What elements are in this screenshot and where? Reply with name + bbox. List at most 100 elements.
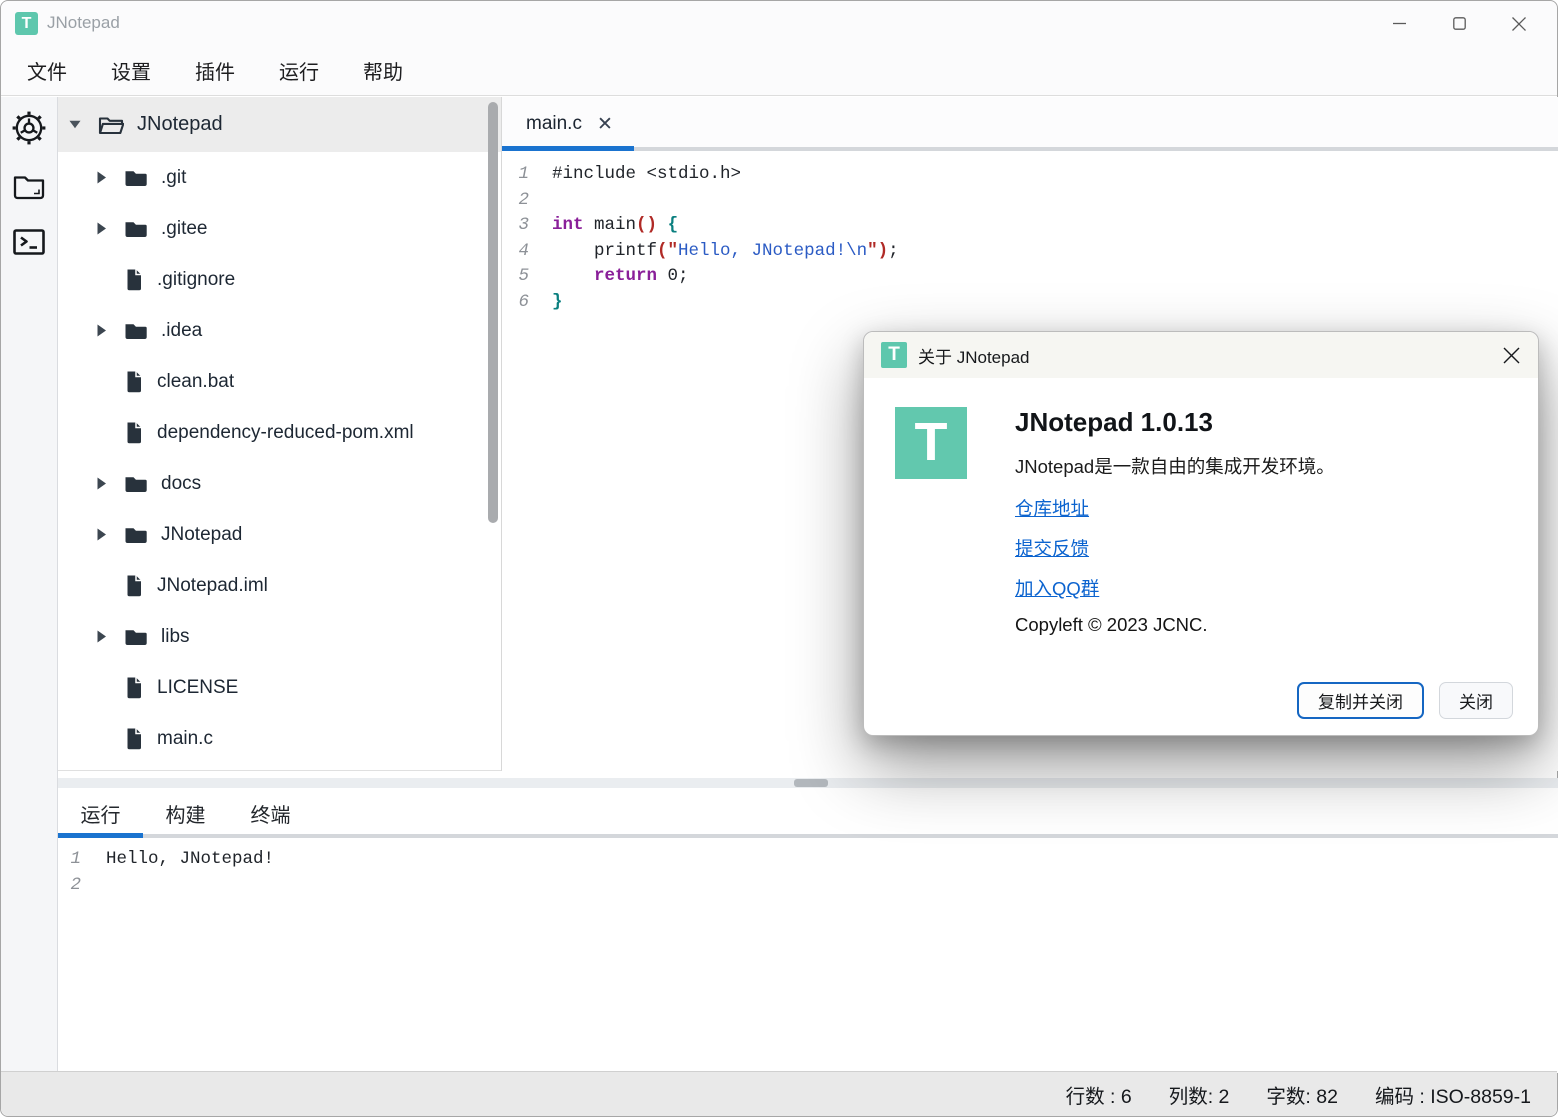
code-line-2: 2 <box>502 190 1558 216</box>
tree-root-row-jnotepad[interactable]: JNotepad <box>58 97 501 152</box>
chevron-right-icon <box>96 477 107 490</box>
settings-gear-button[interactable] <box>9 108 49 148</box>
tree-scrollbar-thumb[interactable] <box>488 102 498 523</box>
bottom-tab-build[interactable]: 构建 <box>143 788 228 838</box>
code-token: () <box>636 215 657 235</box>
line-number: 2 <box>502 190 529 216</box>
tree-item-label: .gitee <box>161 218 207 240</box>
status-column-count: 列数: 2 <box>1169 1080 1230 1109</box>
code-token: } <box>552 292 563 312</box>
tree-item-jnotepad[interactable]: JNotepad <box>58 509 501 560</box>
code-token <box>552 266 594 286</box>
feedback-link[interactable]: 提交反馈 <box>1015 535 1089 561</box>
file-icon <box>124 676 144 700</box>
tab-bar-border <box>502 147 1558 151</box>
tree-item-label: JNotepad <box>161 524 242 546</box>
tree-item-label: .gitignore <box>157 269 235 291</box>
close-button[interactable]: 关闭 <box>1439 682 1513 719</box>
maximize-button[interactable] <box>1429 1 1489 46</box>
folder-icon <box>12 170 46 200</box>
dialog-logo-icon: T <box>881 342 907 368</box>
chevron-right-icon <box>96 222 107 235</box>
chevron-wrap[interactable] <box>95 171 107 184</box>
folder-icon <box>124 525 148 545</box>
tree-item-main-c[interactable]: main.c <box>58 713 501 764</box>
chevron-wrap[interactable] <box>95 528 107 541</box>
chevron-wrap[interactable] <box>95 630 107 643</box>
code-token: { <box>668 215 679 235</box>
folder-icon-wrap <box>124 525 148 545</box>
file-icon <box>124 727 144 751</box>
close-window-button[interactable] <box>1489 1 1549 46</box>
bottom-tab-run[interactable]: 运行 <box>58 788 143 838</box>
menu-item-settings[interactable]: 设置 <box>109 56 153 85</box>
terminal-icon <box>12 227 46 257</box>
status-char-count: 字数: 82 <box>1266 1080 1338 1109</box>
horizontal-splitter[interactable] <box>58 778 1558 788</box>
terminal-panel-button[interactable] <box>9 222 49 262</box>
bottom-tab-terminal[interactable]: 终端 <box>228 788 313 838</box>
tree-item-clean-bat[interactable]: clean.bat <box>58 356 501 407</box>
splitter-drag-handle[interactable] <box>794 779 828 787</box>
window-controls <box>1369 1 1549 46</box>
about-heading: JNotepad 1.0.13 <box>1015 407 1213 438</box>
dialog-title: 关于 JNotepad <box>918 343 1030 368</box>
bottom-panel: 运行构建终端 1Hello, JNotepad!2 <box>58 788 1558 1073</box>
minimize-icon <box>1393 17 1406 30</box>
close-icon <box>1512 17 1526 31</box>
chevron-wrap[interactable] <box>95 324 107 337</box>
console-line-number: 2 <box>58 875 81 901</box>
tree-item-gitee[interactable]: .gitee <box>58 203 501 254</box>
chevron-right-icon <box>96 171 107 184</box>
dialog-close-button[interactable] <box>1500 344 1522 366</box>
tree-item-gitignore[interactable]: .gitignore <box>58 254 501 305</box>
run-console[interactable]: 1Hello, JNotepad!2 <box>58 838 1558 900</box>
app-logo-icon: T <box>15 12 38 35</box>
code-editor[interactable]: 1#include <stdio.h>23int main() {4 print… <box>502 151 1558 317</box>
close-icon <box>1503 347 1520 364</box>
repo-link[interactable]: 仓库地址 <box>1015 495 1089 521</box>
tree-item-jnotepad-iml[interactable]: JNotepad.iml <box>58 560 501 611</box>
tree-item-label: .git <box>161 167 186 189</box>
code-line-5: 5 return 0; <box>502 266 1558 292</box>
code-token: Hello, JNotepad!\n <box>678 241 867 261</box>
file-icon <box>124 421 144 445</box>
copy-and-close-button[interactable]: 复制并关闭 <box>1297 682 1424 719</box>
folder-icon <box>124 321 148 341</box>
menu-bar: 文件 设置 插件 运行 帮助 <box>1 46 1557 96</box>
status-bar: 行数 : 6列数: 2字数: 82编码 : ISO-8859-1 <box>1 1071 1557 1116</box>
code-line-6: 6} <box>502 292 1558 318</box>
tree-item-git[interactable]: .git <box>58 152 501 203</box>
status-line-count: 行数 : 6 <box>1066 1080 1132 1109</box>
qq-group-link[interactable]: 加入QQ群 <box>1015 575 1099 601</box>
tab-close-icon[interactable]: ✕ <box>597 115 613 134</box>
root-folder-icon-wrap <box>98 114 124 136</box>
tab-label: main.c <box>526 113 582 135</box>
menu-item-run[interactable]: 运行 <box>277 56 321 85</box>
tab-main-c[interactable]: main.c ✕ <box>502 97 631 151</box>
root-chevron-wrap[interactable] <box>69 119 81 130</box>
code-token: ; <box>888 241 899 261</box>
code-token: return <box>594 266 657 286</box>
tree-item-idea[interactable]: .idea <box>58 305 501 356</box>
bottom-active-tab-indicator <box>58 833 143 838</box>
menu-item-plugins[interactable]: 插件 <box>193 56 237 85</box>
minimize-button[interactable] <box>1369 1 1429 46</box>
tree-item-license[interactable]: LICENSE <box>58 662 501 713</box>
tree-item-dependency-reduced-pom-xml[interactable]: dependency-reduced-pom.xml <box>58 407 501 458</box>
tree-item-label: dependency-reduced-pom.xml <box>157 422 414 444</box>
chevron-wrap[interactable] <box>95 222 107 235</box>
folder-panel-button[interactable] <box>9 165 49 205</box>
code-line-3: 3int main() { <box>502 215 1558 241</box>
folder-icon <box>124 219 148 239</box>
tree-item-label: clean.bat <box>157 371 234 393</box>
menu-item-file[interactable]: 文件 <box>25 56 69 85</box>
dialog-title-bar: T 关于 JNotepad <box>864 332 1538 378</box>
chevron-wrap[interactable] <box>95 477 107 490</box>
code-line-1: 1#include <stdio.h> <box>502 164 1558 190</box>
menu-item-help[interactable]: 帮助 <box>361 56 405 85</box>
tree-item-docs[interactable]: docs <box>58 458 501 509</box>
folder-icon-wrap <box>124 219 148 239</box>
line-number: 1 <box>502 164 529 190</box>
tree-item-libs[interactable]: libs <box>58 611 501 662</box>
